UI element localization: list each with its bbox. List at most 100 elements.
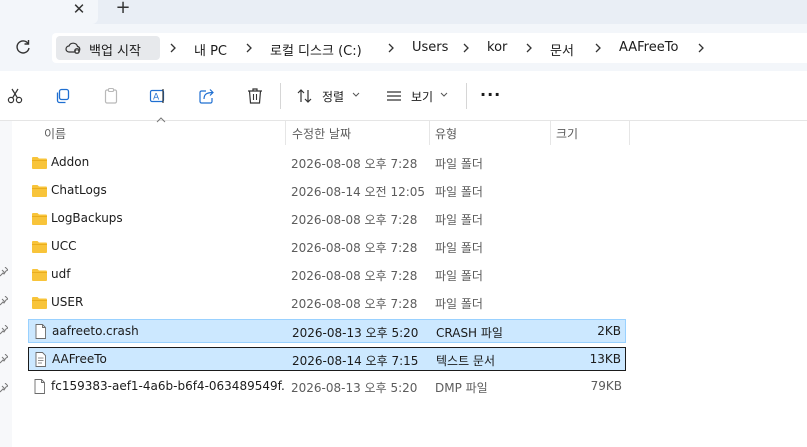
breadcrumb-users[interactable]: Users (412, 40, 448, 55)
view-button-label[interactable]: 보기 (411, 88, 433, 105)
toolbar-divider (280, 83, 281, 109)
column-divider[interactable] (629, 121, 630, 145)
file-name: AAFreeTo (52, 352, 107, 366)
navigation-pane[interactable] (0, 121, 12, 447)
folder-icon (31, 267, 48, 282)
chevron-right-icon[interactable] (524, 41, 534, 55)
file-row[interactable]: ChatLogs 2026-08-14 오전 12:05 파일 폴더 (28, 179, 626, 203)
folder-icon (31, 155, 48, 170)
file-row[interactable]: USER 2026-08-08 오후 7:28 파일 폴더 (28, 291, 626, 315)
close-tab-button[interactable]: ✕ (71, 0, 87, 18)
breadcrumb-kor[interactable]: kor (487, 40, 507, 55)
command-bar: A 정렬 보기 ··· (0, 71, 807, 121)
file-size: 2KB (597, 324, 621, 338)
refresh-icon[interactable] (14, 38, 32, 56)
file-icon (31, 379, 48, 394)
file-date: 2026-08-08 오후 7:28 (291, 213, 418, 227)
file-type: 파일 폴더 (435, 213, 483, 227)
file-type: DMP 파일 (435, 381, 488, 395)
chevron-right-icon[interactable] (696, 41, 706, 55)
file-date: 2026-08-08 오후 7:28 (291, 241, 418, 255)
column-name-label: 이름 (44, 127, 67, 141)
file-date: 2026-08-13 오후 5:20 (291, 381, 418, 395)
rename-icon[interactable]: A (149, 87, 167, 105)
file-icon (32, 324, 49, 339)
chevron-right-icon[interactable] (386, 41, 396, 55)
file-row[interactable]: udf 2026-08-08 오후 7:28 파일 폴더 (28, 263, 626, 287)
breadcrumb-local-disk[interactable]: 로컬 디스크 (C:) (270, 40, 362, 59)
file-date: 2026-08-08 오후 7:28 (291, 157, 418, 171)
copy-icon[interactable] (54, 87, 72, 105)
chevron-right-icon[interactable] (244, 41, 254, 55)
file-row[interactable]: LogBackups 2026-08-08 오후 7:28 파일 폴더 (28, 207, 626, 231)
file-row[interactable]: fc159383-aef1-4a6b-b6f4-063489549f... 202… (28, 375, 626, 399)
sort-icon[interactable] (296, 87, 314, 105)
chevron-right-icon[interactable] (461, 41, 471, 55)
column-header-date[interactable]: 수정한 날짜 (286, 121, 429, 145)
address-bar[interactable]: 백업 시작 내 PC 로컬 디스크 (C:) Users kor 문서 AAFr… (52, 33, 807, 63)
delete-icon[interactable] (246, 87, 264, 105)
file-type: 파일 폴더 (435, 157, 483, 171)
column-date-label: 수정한 날짜 (292, 127, 352, 141)
pin-icon (0, 383, 8, 393)
chevron-right-icon[interactable] (593, 41, 603, 55)
file-name: ChatLogs (51, 183, 107, 197)
chevron-down-icon[interactable] (440, 92, 448, 98)
file-name: udf (51, 267, 71, 281)
pin-icon (0, 325, 8, 335)
folder-icon (31, 211, 48, 226)
file-type: 파일 폴더 (435, 297, 483, 311)
breadcrumb-my-pc[interactable]: 내 PC (194, 40, 227, 59)
active-tab[interactable]: ✕ (0, 0, 98, 24)
file-row[interactable]: Addon 2026-08-08 오후 7:28 파일 폴더 (28, 151, 626, 175)
folder-icon (31, 295, 48, 310)
column-header-size[interactable]: 크기 (551, 121, 629, 145)
folder-icon (31, 183, 48, 198)
column-type-label: 유형 (435, 127, 458, 141)
address-row: 백업 시작 내 PC 로컬 디스크 (C:) Users kor 문서 AAFr… (0, 24, 807, 71)
paste-icon[interactable] (102, 87, 120, 105)
backup-button[interactable]: 백업 시작 (56, 36, 160, 60)
cloud-backup-icon (65, 42, 81, 54)
pin-icon (0, 354, 8, 364)
tab-strip: ✕ + (0, 0, 807, 24)
pin-icon (0, 296, 8, 306)
cut-icon[interactable] (6, 87, 24, 105)
file-type: CRASH 파일 (436, 326, 503, 340)
file-date: 2026-08-14 오후 7:15 (292, 354, 419, 368)
file-type: 텍스트 문서 (436, 354, 496, 368)
file-name: LogBackups (51, 211, 123, 225)
view-icon[interactable] (385, 87, 403, 105)
file-name: USER (51, 295, 84, 309)
new-tab-button[interactable]: + (114, 0, 132, 18)
file-name: aafreeto.crash (52, 324, 139, 338)
breadcrumb-documents[interactable]: 문서 (550, 40, 574, 59)
file-size: 79KB (590, 379, 622, 393)
toolbar-divider (466, 83, 467, 109)
file-date: 2026-08-08 오후 7:28 (291, 269, 418, 283)
file-type: 파일 폴더 (435, 241, 483, 255)
breadcrumb-aafreeto[interactable]: AAFreeTo (619, 40, 678, 55)
folder-icon (31, 239, 48, 254)
file-date: 2026-08-08 오후 7:28 (291, 297, 418, 311)
file-row[interactable]: UCC 2026-08-08 오후 7:28 파일 폴더 (28, 235, 626, 259)
file-date: 2026-08-13 오후 5:20 (292, 326, 419, 340)
column-header-name[interactable]: 이름 (28, 121, 286, 145)
file-row[interactable]: aafreeto.crash 2026-08-13 오후 5:20 CRASH 파일… (28, 319, 626, 343)
file-type: 파일 폴더 (435, 269, 483, 283)
text-file-icon (32, 352, 49, 367)
file-row[interactable]: AAFreeTo 2026-08-14 오후 7:15 텍스트 문서 13KB (28, 347, 626, 371)
file-name: fc159383-aef1-4a6b-b6f4-063489549f... (51, 379, 286, 393)
chevron-right-icon[interactable] (168, 41, 178, 55)
column-header-type[interactable]: 유형 (430, 121, 550, 145)
share-icon[interactable] (198, 87, 216, 105)
file-size: 13KB (589, 352, 621, 366)
file-type: 파일 폴더 (435, 185, 483, 199)
svg-text:A: A (153, 93, 160, 103)
column-size-label: 크기 (556, 127, 579, 141)
backup-label: 백업 시작 (89, 44, 141, 59)
more-options-button[interactable]: ··· (480, 85, 501, 104)
sort-button-label[interactable]: 정렬 (322, 88, 344, 105)
file-name: UCC (51, 239, 77, 253)
chevron-down-icon[interactable] (352, 92, 360, 98)
